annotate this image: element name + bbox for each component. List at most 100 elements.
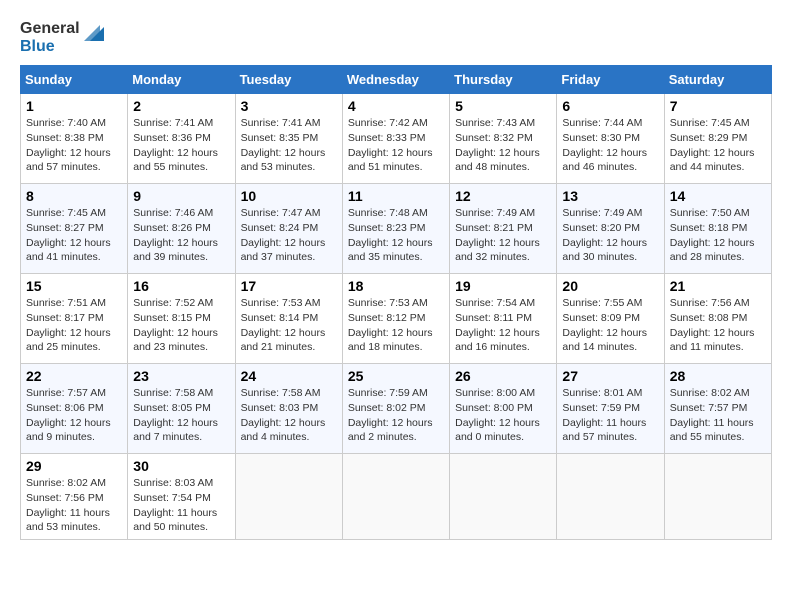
calendar-cell: 4 Sunrise: 7:42 AM Sunset: 8:33 PM Daylig…	[342, 94, 449, 184]
day-number: 10	[241, 188, 337, 204]
calendar-cell: 24 Sunrise: 7:58 AM Sunset: 8:03 PM Dayli…	[235, 364, 342, 454]
day-number: 18	[348, 278, 444, 294]
day-number: 26	[455, 368, 551, 384]
day-info: Sunrise: 7:43 AM Sunset: 8:32 PM Dayligh…	[455, 116, 551, 175]
day-number: 9	[133, 188, 229, 204]
calendar-cell: 3 Sunrise: 7:41 AM Sunset: 8:35 PM Daylig…	[235, 94, 342, 184]
weekday-header-sunday: Sunday	[21, 66, 128, 94]
day-number: 1	[26, 98, 122, 114]
day-info: Sunrise: 7:44 AM Sunset: 8:30 PM Dayligh…	[562, 116, 658, 175]
calendar-cell	[664, 454, 771, 540]
day-info: Sunrise: 7:57 AM Sunset: 8:06 PM Dayligh…	[26, 386, 122, 445]
calendar-cell: 30 Sunrise: 8:03 AM Sunset: 7:54 PM Dayli…	[128, 454, 235, 540]
day-info: Sunrise: 7:46 AM Sunset: 8:26 PM Dayligh…	[133, 206, 229, 265]
calendar-cell: 10 Sunrise: 7:47 AM Sunset: 8:24 PM Dayli…	[235, 184, 342, 274]
weekday-header-thursday: Thursday	[450, 66, 557, 94]
calendar-cell: 6 Sunrise: 7:44 AM Sunset: 8:30 PM Daylig…	[557, 94, 664, 184]
day-number: 22	[26, 368, 122, 384]
weekday-header-tuesday: Tuesday	[235, 66, 342, 94]
day-info: Sunrise: 7:48 AM Sunset: 8:23 PM Dayligh…	[348, 206, 444, 265]
calendar-cell	[342, 454, 449, 540]
day-info: Sunrise: 7:45 AM Sunset: 8:27 PM Dayligh…	[26, 206, 122, 265]
day-info: Sunrise: 8:02 AM Sunset: 7:57 PM Dayligh…	[670, 386, 766, 445]
day-info: Sunrise: 7:41 AM Sunset: 8:35 PM Dayligh…	[241, 116, 337, 175]
calendar-cell: 29 Sunrise: 8:02 AM Sunset: 7:56 PM Dayli…	[21, 454, 128, 540]
logo: General Blue	[20, 20, 104, 55]
day-info: Sunrise: 7:52 AM Sunset: 8:15 PM Dayligh…	[133, 296, 229, 355]
page-header: General Blue	[20, 20, 772, 55]
calendar-cell: 27 Sunrise: 8:01 AM Sunset: 7:59 PM Dayli…	[557, 364, 664, 454]
day-info: Sunrise: 7:56 AM Sunset: 8:08 PM Dayligh…	[670, 296, 766, 355]
day-number: 4	[348, 98, 444, 114]
calendar-cell: 13Sunrise: 7:49 AM Sunset: 8:20 PM Dayli…	[557, 184, 664, 274]
logo-graphic: General Blue	[20, 20, 104, 55]
day-number: 5	[455, 98, 551, 114]
day-info: Sunrise: 7:50 AM Sunset: 8:18 PM Dayligh…	[670, 206, 766, 265]
day-number: 2	[133, 98, 229, 114]
day-info: Sunrise: 7:58 AM Sunset: 8:03 PM Dayligh…	[241, 386, 337, 445]
day-number: 29	[26, 458, 122, 474]
day-info: Sunrise: 7:54 AM Sunset: 8:11 PM Dayligh…	[455, 296, 551, 355]
calendar-cell: 22 Sunrise: 7:57 AM Sunset: 8:06 PM Dayli…	[21, 364, 128, 454]
day-info: Sunrise: 8:03 AM Sunset: 7:54 PM Dayligh…	[133, 476, 229, 535]
calendar-cell	[235, 454, 342, 540]
day-info: Sunrise: 7:55 AM Sunset: 8:09 PM Dayligh…	[562, 296, 658, 355]
day-number: 13	[562, 188, 658, 204]
day-number: 27	[562, 368, 658, 384]
day-number: 21	[670, 278, 766, 294]
day-number: 6	[562, 98, 658, 114]
calendar-cell: 11 Sunrise: 7:48 AM Sunset: 8:23 PM Dayli…	[342, 184, 449, 274]
day-info: Sunrise: 7:51 AM Sunset: 8:17 PM Dayligh…	[26, 296, 122, 355]
calendar-cell: 9 Sunrise: 7:46 AM Sunset: 8:26 PM Daylig…	[128, 184, 235, 274]
logo-general: General	[20, 20, 80, 38]
calendar-cell: 16 Sunrise: 7:52 AM Sunset: 8:15 PM Dayli…	[128, 274, 235, 364]
calendar-cell: 25 Sunrise: 7:59 AM Sunset: 8:02 PM Dayli…	[342, 364, 449, 454]
weekday-header-friday: Friday	[557, 66, 664, 94]
day-number: 24	[241, 368, 337, 384]
day-number: 16	[133, 278, 229, 294]
day-number: 25	[348, 368, 444, 384]
calendar-cell: 14 Sunrise: 7:50 AM Sunset: 8:18 PM Dayli…	[664, 184, 771, 274]
calendar-cell: 7 Sunrise: 7:45 AM Sunset: 8:29 PM Daylig…	[664, 94, 771, 184]
day-number: 3	[241, 98, 337, 114]
day-info: Sunrise: 7:49 AM Sunset: 8:21 PM Dayligh…	[455, 206, 551, 265]
day-info: Sunrise: 7:41 AM Sunset: 8:36 PM Dayligh…	[133, 116, 229, 175]
weekday-header-saturday: Saturday	[664, 66, 771, 94]
calendar-cell: 5 Sunrise: 7:43 AM Sunset: 8:32 PM Daylig…	[450, 94, 557, 184]
day-info: Sunrise: 8:02 AM Sunset: 7:56 PM Dayligh…	[26, 476, 122, 535]
day-info: Sunrise: 8:01 AM Sunset: 7:59 PM Dayligh…	[562, 386, 658, 445]
day-number: 28	[670, 368, 766, 384]
logo-icon	[82, 23, 104, 45]
day-number: 15	[26, 278, 122, 294]
calendar-cell: 15 Sunrise: 7:51 AM Sunset: 8:17 PM Dayli…	[21, 274, 128, 364]
calendar-cell	[557, 454, 664, 540]
day-number: 12	[455, 188, 551, 204]
calendar-cell	[450, 454, 557, 540]
weekday-header-monday: Monday	[128, 66, 235, 94]
day-info: Sunrise: 7:59 AM Sunset: 8:02 PM Dayligh…	[348, 386, 444, 445]
calendar-cell: 17Sunrise: 7:53 AM Sunset: 8:14 PM Dayli…	[235, 274, 342, 364]
calendar-cell: 28 Sunrise: 8:02 AM Sunset: 7:57 PM Dayli…	[664, 364, 771, 454]
day-info: Sunrise: 7:40 AM Sunset: 8:38 PM Dayligh…	[26, 116, 122, 175]
day-number: 11	[348, 188, 444, 204]
day-info: Sunrise: 7:53 AM Sunset: 8:14 PM Dayligh…	[241, 296, 337, 355]
day-info: Sunrise: 7:58 AM Sunset: 8:05 PM Dayligh…	[133, 386, 229, 445]
day-number: 19	[455, 278, 551, 294]
calendar-cell: 19 Sunrise: 7:54 AM Sunset: 8:11 PM Dayli…	[450, 274, 557, 364]
calendar-cell: 8 Sunrise: 7:45 AM Sunset: 8:27 PM Daylig…	[21, 184, 128, 274]
calendar-table: SundayMondayTuesdayWednesdayThursdayFrid…	[20, 65, 772, 540]
day-number: 30	[133, 458, 229, 474]
calendar-cell: 21 Sunrise: 7:56 AM Sunset: 8:08 PM Dayli…	[664, 274, 771, 364]
weekday-header-wednesday: Wednesday	[342, 66, 449, 94]
calendar-cell: 26Sunrise: 8:00 AM Sunset: 8:00 PM Dayli…	[450, 364, 557, 454]
calendar-cell: 12 Sunrise: 7:49 AM Sunset: 8:21 PM Dayli…	[450, 184, 557, 274]
day-info: Sunrise: 7:45 AM Sunset: 8:29 PM Dayligh…	[670, 116, 766, 175]
calendar-cell: 20Sunrise: 7:55 AM Sunset: 8:09 PM Dayli…	[557, 274, 664, 364]
calendar-cell: 23Sunrise: 7:58 AM Sunset: 8:05 PM Dayli…	[128, 364, 235, 454]
day-number: 7	[670, 98, 766, 114]
day-number: 8	[26, 188, 122, 204]
day-info: Sunrise: 7:42 AM Sunset: 8:33 PM Dayligh…	[348, 116, 444, 175]
day-number: 14	[670, 188, 766, 204]
day-info: Sunrise: 7:47 AM Sunset: 8:24 PM Dayligh…	[241, 206, 337, 265]
day-info: Sunrise: 7:53 AM Sunset: 8:12 PM Dayligh…	[348, 296, 444, 355]
